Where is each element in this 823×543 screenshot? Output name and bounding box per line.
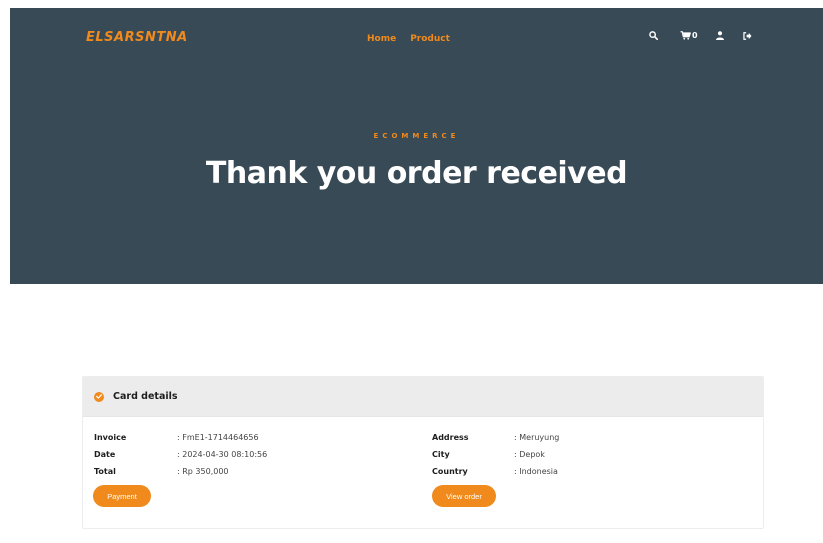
page-title: Thank you order received [205,156,628,191]
address-label: Address [432,433,469,442]
hero-header: ELSARSNTNA Home Product 0 ECOMMERCE Than… [10,8,823,284]
logout-icon[interactable] [742,31,752,40]
date-label: Date [94,450,116,459]
search-icon[interactable] [649,31,658,40]
nav-item-home[interactable]: Home [367,34,396,44]
card-details-panel: Card details Invoice : FmE1-1714464656 D… [82,376,764,529]
info-row-country: Country : Indonesia [432,463,559,480]
cart-icon [680,31,691,40]
address-value: : Meruyung [514,433,560,442]
date-value: : 2024-04-30 08:10:56 [177,450,268,459]
view-order-button[interactable]: View order [432,485,496,507]
info-row-invoice: Invoice : FmE1-1714464656 [94,429,267,446]
page-left-border [0,0,10,543]
invoice-value: : FmE1-1714464656 [177,433,259,442]
total-label: Total [94,467,116,476]
country-label: Country [432,467,468,476]
nav-item-product[interactable]: Product [410,34,450,44]
city-value: : Depok [514,450,545,459]
brand-logo[interactable]: ELSARSNTNA [86,30,188,45]
country-value: : Indonesia [514,467,558,476]
main-nav: Home Product [367,34,450,44]
order-info-column: Invoice : FmE1-1714464656 Date : 2024-04… [94,429,267,480]
payment-button[interactable]: Payment [93,485,151,507]
invoice-label: Invoice [94,433,127,442]
check-circle-icon [94,391,104,402]
info-row-city: City : Depok [432,446,559,463]
cart-button[interactable]: 0 [680,31,698,40]
info-row-total: Total : Rp 350,000 [94,463,267,480]
info-row-address: Address : Meruyung [432,429,559,446]
user-icon[interactable] [715,31,724,40]
cart-count-badge: 0 [692,31,698,40]
page-top-border [0,0,823,8]
city-label: City [432,450,450,459]
header-icons: 0 [649,31,752,40]
total-value: : Rp 350,000 [177,467,229,476]
card-header: Card details [83,377,763,417]
hero-eyebrow: ECOMMERCE [373,132,460,140]
info-row-date: Date : 2024-04-30 08:10:56 [94,446,267,463]
shipping-info-column: Address : Meruyung City : Depok Country … [432,429,559,480]
card-title: Card details [113,391,178,402]
